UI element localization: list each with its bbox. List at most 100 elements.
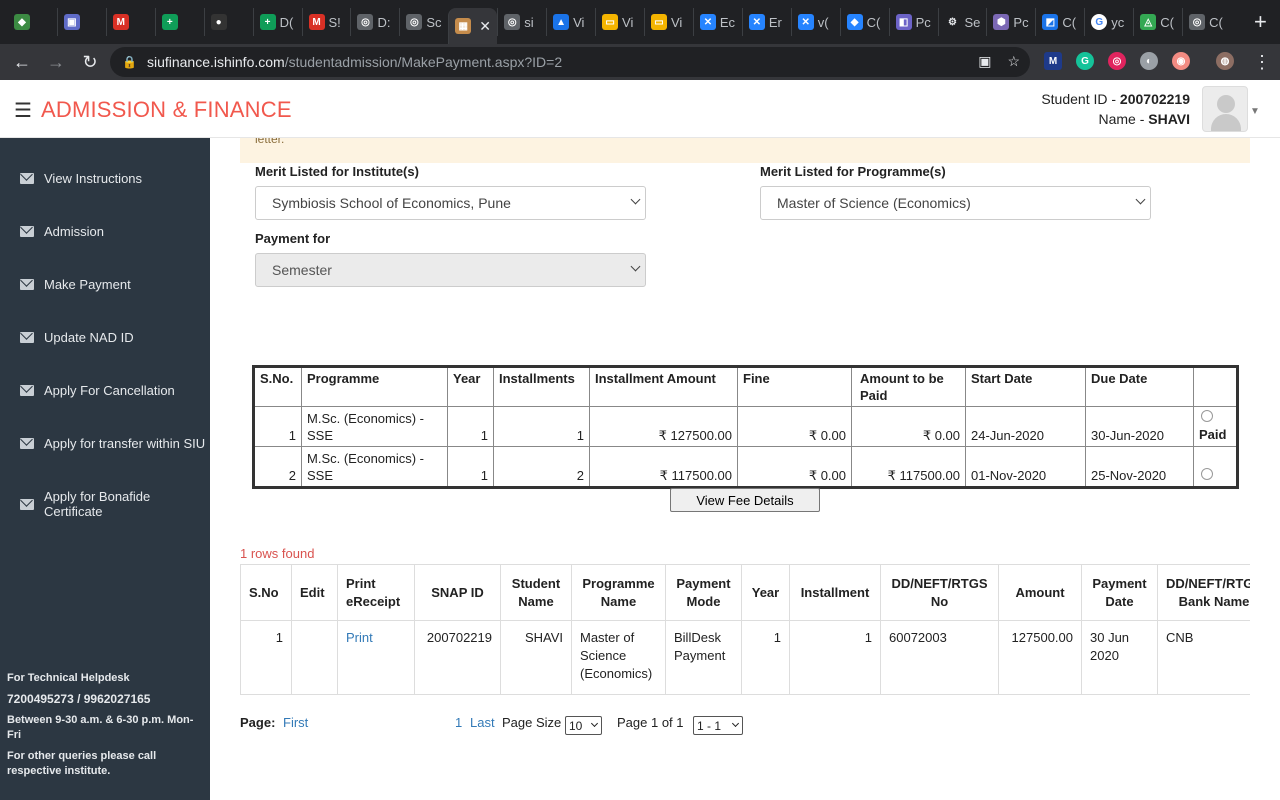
installment-radio[interactable] (1201, 468, 1213, 480)
app-header: ☰ ADMISSION & FINANCE Student ID - 20070… (0, 80, 1280, 138)
reload-icon[interactable]: ↻ (74, 46, 106, 78)
sidebar-item-admission[interactable]: Admission (20, 224, 104, 239)
payment-for-select[interactable]: Semester (255, 253, 646, 287)
institute-select[interactable]: Symbiosis School of Economics, Pune (255, 186, 646, 220)
browser-tab[interactable]: ▣ (56, 8, 106, 36)
extension-icon[interactable]: ◎ (1108, 52, 1126, 70)
browser-tab[interactable]: M S! (301, 8, 351, 36)
student-id: 200702219 (1119, 91, 1190, 107)
pager-page-1-link[interactable]: 1 (455, 715, 462, 730)
back-icon[interactable]: ← (6, 46, 38, 78)
fee-col-select (1193, 366, 1238, 407)
browser-tab[interactable]: ▭ Vi (643, 8, 693, 36)
sidebar-item-update-nad-id[interactable]: Update NAD ID (20, 330, 134, 345)
tab-favicon-icon: ✕ (797, 14, 814, 30)
receipt-col-amount: Amount (998, 564, 1082, 621)
receipt-cell (291, 620, 338, 694)
sidebar-item-bonafide-certificate[interactable]: Apply for Bonafide Certificate (20, 489, 210, 519)
browser-tab[interactable]: ✕ Er (741, 8, 791, 36)
tab-close-icon[interactable]: ✕ (479, 18, 491, 35)
fee-select-cell: Paid (1193, 406, 1238, 447)
hamburger-menu-icon[interactable]: ☰ (14, 98, 32, 123)
browser-tab[interactable]: ▦ ✕ (448, 8, 498, 44)
receipt-col-payment-date: Payment Date (1081, 564, 1158, 621)
extension-icon[interactable]: M (1044, 52, 1062, 70)
extension-icon[interactable]: G (1076, 52, 1094, 70)
programme-select-value: Master of Science (Economics) (777, 195, 971, 211)
receipt-cell: 30 Jun 2020 (1081, 620, 1158, 694)
receipt-col-print: Print eReceipt (337, 564, 415, 621)
tab-title: Vi (622, 14, 634, 30)
lock-icon: 🔒 (122, 55, 137, 69)
avatar[interactable] (1202, 86, 1248, 132)
browser-tab[interactable]: ✕ v( (790, 8, 840, 36)
page-size-select[interactable]: 10 (565, 716, 602, 735)
receipt-col-year: Year (741, 564, 790, 621)
sidebar-item-apply-transfer[interactable]: Apply for transfer within SIU (20, 436, 205, 451)
fee-schedule-table: S.No. Programme Year Installments Instal… (252, 365, 1239, 489)
pager-first-link[interactable]: First (283, 715, 308, 730)
tab-title: C( (1209, 14, 1223, 30)
browser-tab[interactable]: ▲ Vi (546, 8, 595, 36)
url-host: siufinance.ishinfo.com (146, 54, 285, 70)
fee-col-programme: Programme (301, 366, 448, 407)
notice-text: letter. (255, 138, 285, 146)
pager-last-link[interactable]: Last (470, 715, 495, 730)
extension-icon[interactable]: ◉ (1172, 52, 1190, 70)
chevron-down-icon (731, 719, 740, 728)
chrome-menu-icon[interactable]: ⋮ (1246, 46, 1278, 78)
chevron-down-icon (630, 261, 641, 272)
browser-toolbar: ← → ↻ 🔒 siufinance.ishinfo.com/studentad… (0, 44, 1280, 80)
sidebar-item-label: Apply For Cancellation (44, 383, 175, 398)
browser-tab[interactable]: ● (203, 8, 253, 36)
browser-tab[interactable]: ◆ C( (839, 8, 889, 36)
browser-tab[interactable]: ◎ si (497, 8, 546, 36)
bookmark-star-icon[interactable]: ☆ (1007, 53, 1020, 70)
sidebar-item-apply-cancellation[interactable]: Apply For Cancellation (20, 383, 175, 398)
receipt-cell: Print (337, 620, 415, 694)
chevron-down-icon (590, 719, 599, 728)
installment-radio[interactable] (1201, 410, 1213, 422)
tab-favicon-icon: ◩ (1042, 14, 1059, 30)
sidebar-item-make-payment[interactable]: Make Payment (20, 277, 131, 292)
extension-icon[interactable]: ◍ (1216, 52, 1234, 70)
view-fee-details-button[interactable]: View Fee Details (670, 488, 820, 512)
extension-icon[interactable]: ◐ (1140, 52, 1158, 70)
browser-tab[interactable]: ◬ C( (1133, 8, 1182, 36)
forward-icon[interactable]: → (40, 46, 72, 78)
fee-cell: ₹ 117500.00 (851, 446, 966, 488)
browser-tab[interactable]: + (154, 8, 204, 36)
address-bar[interactable]: 🔒 siufinance.ishinfo.com/studentadmissio… (110, 47, 1030, 77)
receipt-cell: 1 (240, 620, 292, 694)
institute-select-value: Symbiosis School of Economics, Pune (272, 195, 511, 211)
popup-blocked-icon[interactable]: ▣ (978, 53, 991, 70)
user-menu-caret-icon[interactable]: ▼ (1250, 106, 1260, 117)
browser-tab[interactable]: ⚙ Se (937, 8, 987, 36)
fee-cell: ₹ 0.00 (737, 446, 852, 488)
print-receipt-link[interactable]: Print (346, 630, 373, 645)
sidebar-item-label: Update NAD ID (44, 330, 134, 345)
browser-tab[interactable]: Gyc (1084, 8, 1133, 36)
sidebar-item-view-instructions[interactable]: View Instructions (20, 171, 142, 186)
page-range-select[interactable]: 1 - 1 (693, 716, 743, 735)
browser-tab[interactable]: ◎ D: (350, 8, 399, 36)
browser-tab[interactable]: M (105, 8, 155, 36)
browser-tab[interactable]: ▭ Vi (595, 8, 644, 36)
fee-cell: 01-Nov-2020 (965, 446, 1086, 488)
browser-tab[interactable]: ◎ C( (1182, 8, 1231, 36)
browser-tab[interactable]: + D( (252, 8, 302, 36)
browser-tab[interactable]: ◆ (8, 8, 57, 36)
browser-tab[interactable]: ◎ Sc (399, 8, 448, 36)
browser-tab[interactable]: ✕ Ec (692, 8, 742, 36)
browser-tab[interactable]: ◧ Pc (888, 8, 938, 36)
browser-tab[interactable]: ◩ C( (1035, 8, 1084, 36)
browser-tab[interactable]: ⬢ Pc (986, 8, 1035, 36)
tab-favicon-icon: ◆ (14, 14, 30, 30)
fee-col-year: Year (447, 366, 494, 407)
user-info: Student ID - 200702219 Name - SHAVI (1041, 89, 1190, 129)
receipt-col-edit: Edit (291, 564, 338, 621)
table-row: 1 Print 200702219 SHAVI Master of Scienc… (240, 620, 1250, 694)
receipt-cell: 1 (741, 620, 790, 694)
programme-select[interactable]: Master of Science (Economics) (760, 186, 1151, 220)
new-tab-icon[interactable]: + (1241, 9, 1280, 35)
